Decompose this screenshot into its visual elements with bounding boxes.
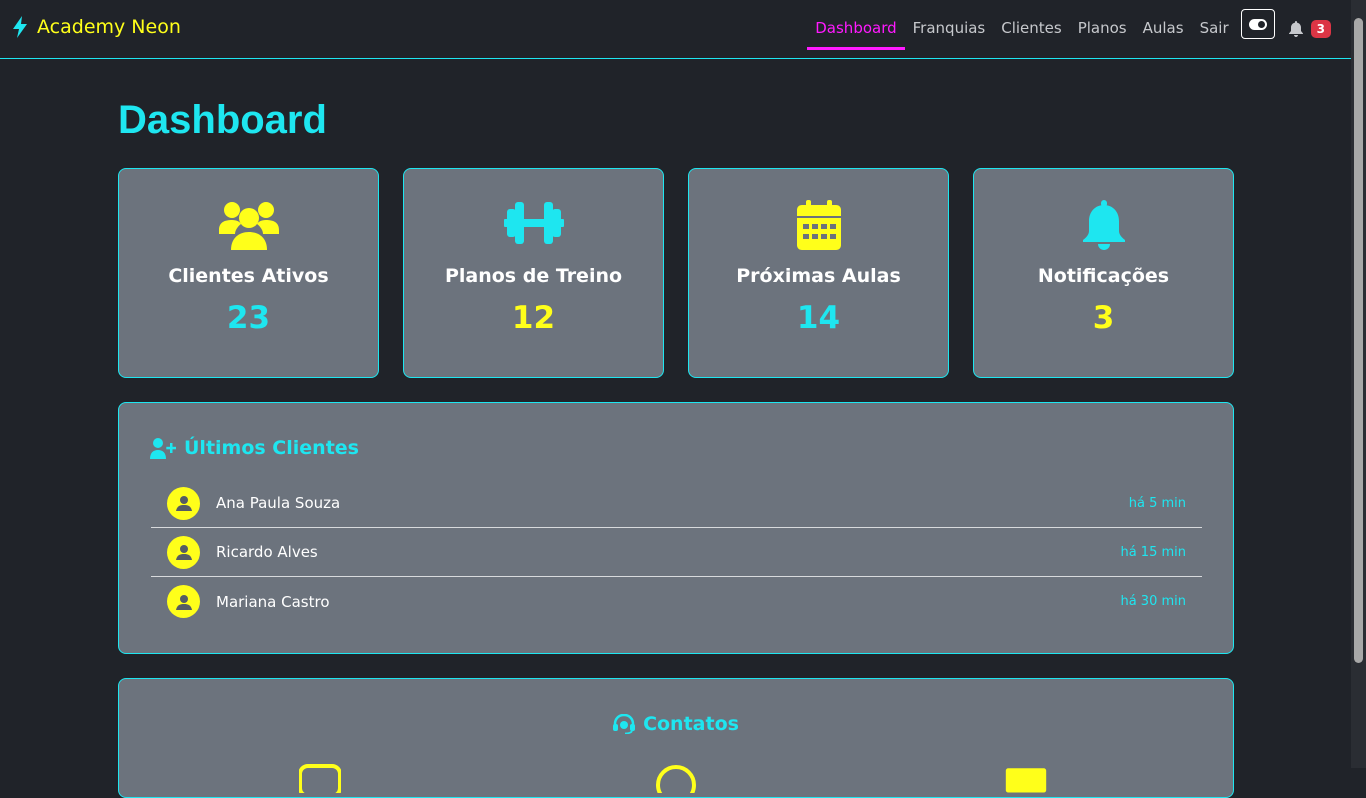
toggle-icon (1248, 18, 1267, 30)
stat-label: Planos de Treino (444, 265, 623, 287)
recent-clients-title: Últimos Clientes (184, 437, 359, 459)
brand-link[interactable]: Academy Neon (11, 16, 181, 38)
stat-card-planos-de-treino: Planos de Treino 12 (403, 168, 664, 378)
stat-label: Próximas Aulas (736, 265, 901, 287)
avatar (167, 535, 200, 569)
client-time: há 15 min (1120, 544, 1186, 560)
recent-clients-card: Últimos Clientes Ana Paula Souza há 5 mi… (118, 402, 1234, 654)
avatar (167, 585, 200, 618)
nav-link-planos[interactable]: Planos (1070, 0, 1135, 58)
dumbbell-icon (503, 202, 564, 244)
contacts-title: Contatos (643, 713, 739, 735)
client-list-item[interactable]: Ana Paula Souza há 5 min (151, 479, 1202, 528)
stat-value: 23 (226, 300, 271, 336)
nav-link-franquias[interactable]: Franquias (905, 0, 994, 58)
bell-icon (1288, 21, 1303, 37)
nav-link-aulas[interactable]: Aulas (1135, 0, 1192, 58)
user-plus-icon (150, 437, 176, 459)
client-list-item[interactable]: Ricardo Alves há 15 min (151, 528, 1202, 577)
user-icon (175, 496, 192, 511)
contacts-card: Contatos (118, 678, 1234, 798)
client-time: há 5 min (1128, 495, 1186, 511)
client-time: há 30 min (1120, 594, 1186, 609)
notifications-button[interactable]: 3 (1288, 20, 1331, 38)
contacts-heading: Contatos (119, 713, 1233, 735)
stat-card-proximas-aulas: Próximas Aulas 14 (688, 168, 949, 378)
brand-name: Academy Neon (37, 16, 181, 38)
bell-icon (1082, 200, 1125, 250)
page-title: Dashboard (118, 98, 327, 142)
user-icon (175, 594, 192, 610)
stat-card-clientes-ativos: Clientes Ativos 23 (118, 168, 379, 378)
client-name: Mariana Castro (216, 592, 330, 611)
client-name: Ana Paula Souza (216, 494, 341, 512)
nav-link-sair[interactable]: Sair (1192, 0, 1237, 58)
client-list: Ana Paula Souza há 5 min Ricardo Alves h… (151, 479, 1202, 626)
user-icon (175, 545, 192, 560)
top-navbar: Academy Neon Dashboard Franquias Cliente… (0, 0, 1351, 59)
client-name: Ricardo Alves (216, 543, 318, 561)
stat-value: 3 (1092, 300, 1115, 336)
stat-value: 14 (796, 300, 841, 336)
users-icon (218, 202, 279, 250)
theme-toggle-button[interactable] (1240, 9, 1275, 39)
recent-clients-heading: Últimos Clientes (150, 437, 359, 459)
calendar-icon (796, 200, 841, 250)
stat-label: Clientes Ativos (168, 265, 329, 287)
nav-link-clientes[interactable]: Clientes (993, 0, 1069, 58)
stat-card-notificacoes: Notificações 3 (973, 168, 1234, 378)
avatar (167, 486, 200, 520)
lightning-icon (13, 16, 27, 38)
stat-value: 12 (511, 300, 556, 336)
nav-links: Dashboard Franquias Clientes Planos Aula… (807, 0, 1351, 58)
page-scrollbar[interactable] (1351, 0, 1366, 768)
notification-badge: 3 (1310, 20, 1331, 38)
headset-icon (613, 714, 636, 734)
scrollbar-thumb[interactable] (1354, 18, 1363, 663)
client-list-item[interactable]: Mariana Castro há 30 min (151, 577, 1202, 626)
stat-label: Notificações (1037, 265, 1170, 287)
nav-link-dashboard[interactable]: Dashboard (807, 0, 906, 58)
